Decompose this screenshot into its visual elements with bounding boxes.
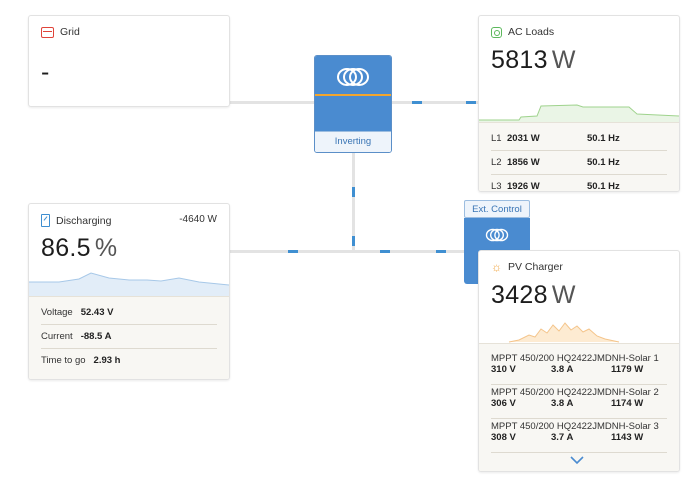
inverter-card[interactable]: Inverting [314,55,392,153]
sun-icon: ☼ [491,260,502,274]
ac-loads-icon [491,26,502,38]
mppt-row: MPPT 450/200 HQ2422JMDNH-Solar 3 308 V 3… [491,418,667,453]
mppt-row: MPPT 450/200 HQ2422JMDNH-Solar 1 310 V 3… [491,350,667,385]
battery-card[interactable]: Discharging -4640 W 86.5% Voltage 52.43 … [28,203,230,380]
flow-dot [352,236,355,246]
flow-dot [352,187,355,197]
phase-row: L3 1926 W 50.1 Hz [491,181,620,192]
inverter-to-loads-line [390,101,478,104]
battery-power: -4640 W [179,214,217,225]
flow-dot [288,250,298,253]
pv-sparkline [508,322,620,343]
victron-logo-icon [337,68,369,86]
grid-title: Grid [60,26,80,38]
pv-chargers: MPPT 450/200 HQ2422JMDNH-Solar 1 310 V 3… [479,343,679,471]
pv-charger-card[interactable]: ☼ PV Charger 3428 W MPPT 450/200 HQ2422JM… [478,250,680,472]
grid-card[interactable]: Grid - [28,15,230,107]
time-to-go-row: Time to go 2.93 h [41,355,121,366]
chevron-down-icon[interactable] [570,456,584,465]
battery-icon [41,214,50,227]
ac-loads-value: 5813 W [491,46,576,74]
ac-loads-phases: L1 2031 W 50.1 Hz L2 1856 W 50.1 Hz L3 1… [479,122,679,191]
flow-dot [436,250,446,253]
ac-loads-card[interactable]: AC Loads 5813 W L1 2031 W 50.1 Hz L2 1856… [478,15,680,192]
battery-to-bus-line [228,250,464,253]
voltage-row: Voltage 52.43 V [41,301,217,325]
pv-value: 3428 W [491,281,576,309]
inverter-status: Inverting [315,131,391,152]
ac-loads-title: AC Loads [508,26,555,38]
ac-loads-sparkline [479,104,679,122]
victron-logo-icon [485,228,509,242]
grid-value: - [41,58,50,86]
battery-details: Voltage 52.43 V Current -88.5 A Time to … [29,296,229,379]
grid-to-inverter-line [228,101,314,104]
battery-sparkline [29,272,229,296]
pv-charger-title: PV Charger [508,261,563,273]
flow-dot [412,101,422,104]
flow-dot [466,101,476,104]
battery-title: Discharging [56,214,112,227]
battery-soc: 86.5% [41,234,118,262]
mppt-row: MPPT 450/200 HQ2422JMDNH-Solar 2 306 V 3… [491,384,667,419]
phase-row: L1 2031 W 50.1 Hz [491,127,667,151]
flow-dot [380,250,390,253]
ext-control-label: Ext. Control [464,200,530,218]
phase-row: L2 1856 W 50.1 Hz [491,151,667,175]
grid-icon [41,26,54,38]
current-row: Current -88.5 A [41,325,217,349]
